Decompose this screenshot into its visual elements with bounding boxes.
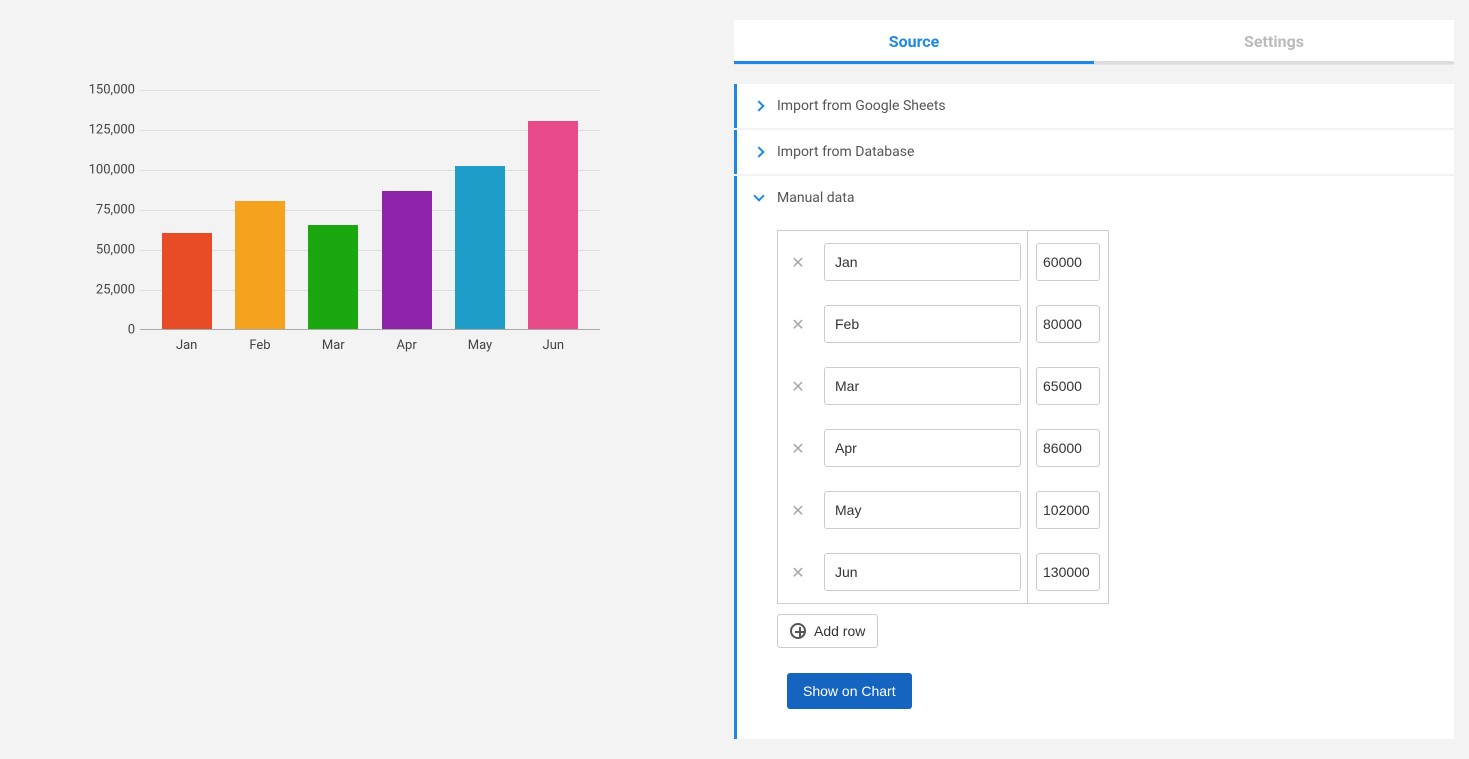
chart-bar bbox=[162, 233, 212, 329]
accordion-label: Import from Google Sheets bbox=[777, 98, 946, 114]
chart-ytick-label: 100,000 bbox=[60, 163, 135, 178]
delete-row-icon[interactable]: ✕ bbox=[791, 439, 804, 458]
chart-xtick-label: May bbox=[455, 338, 505, 353]
chevron-right-icon bbox=[753, 146, 764, 157]
chart-xtick-label: Mar bbox=[308, 338, 358, 353]
accordion-label: Import from Database bbox=[777, 144, 914, 160]
config-pane: Source Settings Import from Google Sheet… bbox=[734, 0, 1469, 759]
tab-source[interactable]: Source bbox=[734, 20, 1094, 64]
accordion-header-google-sheets[interactable]: Import from Google Sheets bbox=[737, 84, 1454, 128]
delete-row-icon[interactable]: ✕ bbox=[791, 501, 804, 520]
chevron-right-icon bbox=[753, 100, 764, 111]
manual-data-body: ✕ ✕ ✕ ✕ ✕ ✕ Add row Show on Chart bbox=[737, 220, 1454, 739]
add-row-button[interactable]: Add row bbox=[777, 614, 878, 648]
chart-ytick-label: 50,000 bbox=[60, 243, 135, 258]
accordion-item-google-sheets: Import from Google Sheets bbox=[734, 84, 1454, 128]
chart-xtick-label: Apr bbox=[382, 338, 432, 353]
accordion-header-manual[interactable]: Manual data bbox=[737, 176, 1454, 220]
tab-settings[interactable]: Settings bbox=[1094, 20, 1454, 64]
chart-ytick-label: 150,000 bbox=[60, 83, 135, 98]
value-input[interactable] bbox=[1036, 429, 1100, 467]
value-input[interactable] bbox=[1036, 305, 1100, 343]
value-input[interactable] bbox=[1036, 553, 1100, 591]
chart-xtick-label: Jan bbox=[162, 338, 212, 353]
accordion: Import from Google Sheets Import from Da… bbox=[734, 84, 1454, 739]
category-input[interactable] bbox=[824, 491, 1021, 529]
delete-row-icon[interactable]: ✕ bbox=[791, 377, 804, 396]
delete-row-icon[interactable]: ✕ bbox=[791, 315, 804, 334]
chart-pane: 0 25,000 50,000 75,000 100,000 125,000 150,000… bbox=[0, 0, 734, 759]
category-input[interactable] bbox=[824, 367, 1021, 405]
delete-row-icon[interactable]: ✕ bbox=[791, 563, 804, 582]
show-on-chart-button[interactable]: Show on Chart bbox=[787, 673, 912, 709]
chart-ytick-label: 125,000 bbox=[60, 123, 135, 138]
bar-chart: 0 25,000 50,000 75,000 100,000 125,000 150,000… bbox=[60, 80, 620, 380]
accordion-label: Manual data bbox=[777, 190, 855, 206]
chart-bar bbox=[528, 121, 578, 329]
chart-ytick-label: 0 bbox=[60, 323, 135, 338]
value-input[interactable] bbox=[1036, 491, 1100, 529]
category-input[interactable] bbox=[824, 429, 1021, 467]
accordion-header-database[interactable]: Import from Database bbox=[737, 130, 1454, 174]
plus-circle-icon bbox=[790, 623, 806, 639]
accordion-item-manual: Manual data ✕ ✕ ✕ ✕ ✕ ✕ Add row Show on Chart bbox=[734, 176, 1454, 739]
category-input[interactable] bbox=[824, 243, 1021, 281]
chart-bar bbox=[382, 191, 432, 329]
accordion-item-database: Import from Database bbox=[734, 130, 1454, 174]
chart-ytick-label: 75,000 bbox=[60, 203, 135, 218]
chart-xtick-label: Feb bbox=[235, 338, 285, 353]
chart-ytick-label: 25,000 bbox=[60, 283, 135, 298]
category-input[interactable] bbox=[824, 553, 1021, 591]
value-input[interactable] bbox=[1036, 367, 1100, 405]
add-row-label: Add row bbox=[814, 623, 865, 639]
delete-row-icon[interactable]: ✕ bbox=[791, 253, 804, 272]
chevron-down-icon bbox=[753, 190, 764, 201]
chart-bar bbox=[308, 225, 358, 329]
chart-plot-area bbox=[140, 90, 600, 330]
chart-xtick-label: Jun bbox=[528, 338, 578, 353]
manual-data-table: ✕ ✕ ✕ ✕ ✕ ✕ bbox=[777, 230, 1109, 604]
chart-bar bbox=[235, 201, 285, 329]
chart-bar bbox=[455, 166, 505, 329]
tabs: Source Settings bbox=[734, 20, 1454, 64]
value-input[interactable] bbox=[1036, 243, 1100, 281]
category-input[interactable] bbox=[824, 305, 1021, 343]
